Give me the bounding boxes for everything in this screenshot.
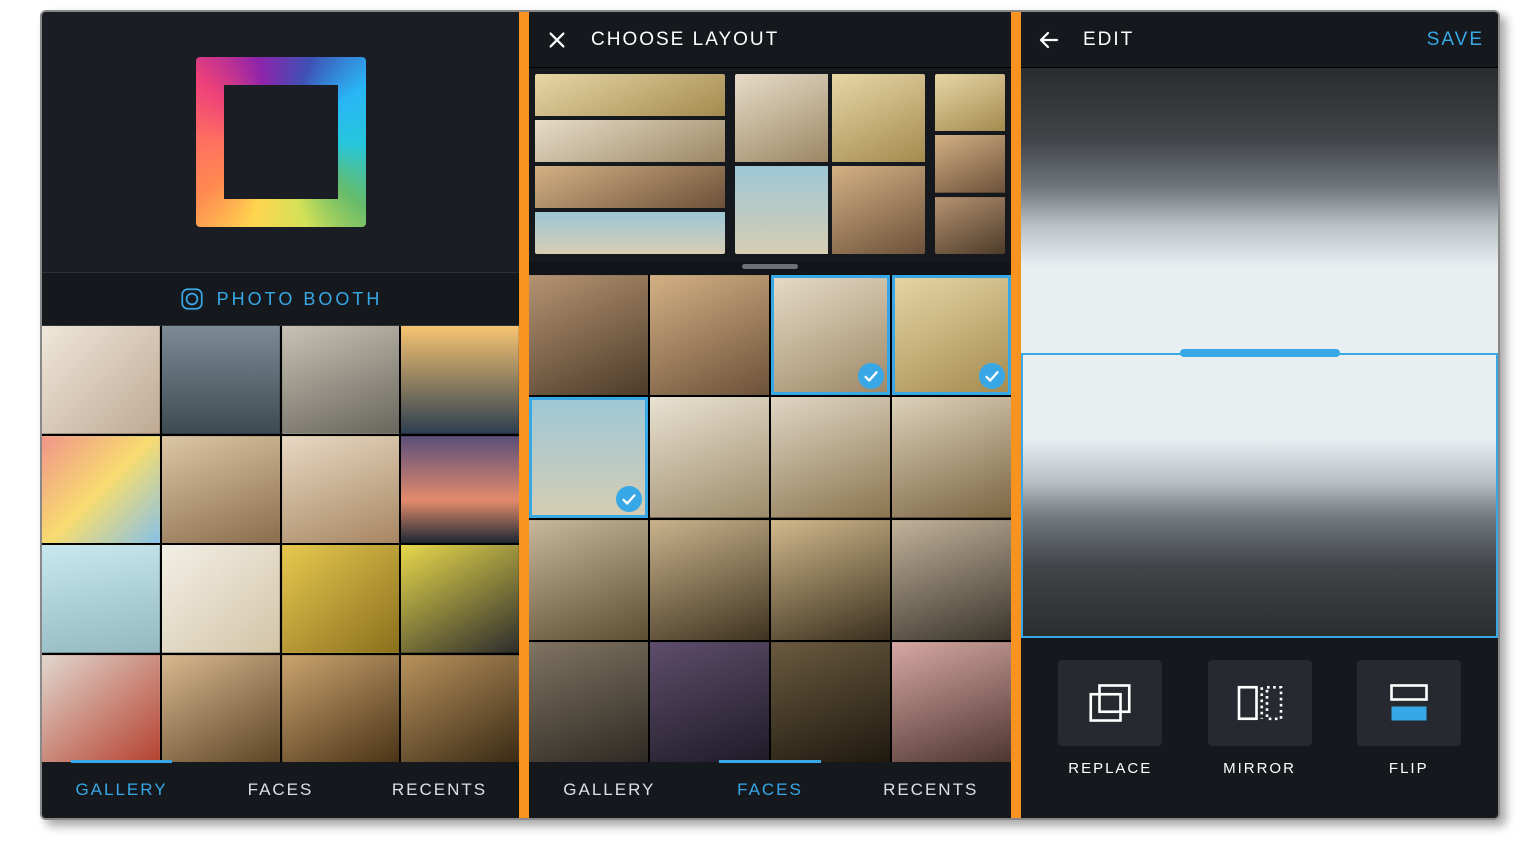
face-thumb[interactable] <box>650 397 769 517</box>
layout-options-strip[interactable] <box>529 68 1011 262</box>
flip-icon <box>1357 660 1461 746</box>
face-thumb[interactable] <box>650 642 769 762</box>
face-thumb[interactable] <box>892 520 1011 640</box>
close-icon[interactable] <box>543 26 571 54</box>
check-icon <box>616 486 642 512</box>
photo-booth-label: PHOTO BOOTH <box>217 289 383 310</box>
panel-divider <box>519 12 529 818</box>
face-thumb[interactable] <box>892 642 1011 762</box>
replace-icon <box>1058 660 1162 746</box>
gallery-thumb[interactable] <box>401 326 519 434</box>
face-thumb[interactable] <box>771 642 890 762</box>
gallery-grid <box>42 326 519 762</box>
faces-grid <box>529 275 1011 762</box>
screen-gallery: PHOTO BOOTH GALLERY FACES RECENTS <box>42 12 519 818</box>
drag-handle-icon[interactable] <box>742 264 798 269</box>
layout-option[interactable] <box>935 74 1005 254</box>
layout-option[interactable] <box>535 74 725 254</box>
gallery-thumb[interactable] <box>42 655 160 763</box>
gallery-thumb[interactable] <box>162 655 280 763</box>
face-thumb[interactable] <box>650 275 769 395</box>
screen-title: EDIT <box>1083 29 1134 51</box>
panel-divider <box>1011 12 1021 818</box>
back-icon[interactable] <box>1035 26 1063 54</box>
face-thumb[interactable] <box>771 275 890 395</box>
top-bar: CHOOSE LAYOUT <box>529 12 1011 68</box>
face-thumb[interactable] <box>892 275 1011 395</box>
screen-title: CHOOSE LAYOUT <box>591 29 779 51</box>
gallery-thumb[interactable] <box>401 436 519 544</box>
replace-button[interactable]: REPLACE <box>1050 660 1170 777</box>
face-thumb[interactable] <box>650 520 769 640</box>
tab-gallery[interactable]: GALLERY <box>529 762 690 818</box>
screen-edit: EDIT SAVE REPLACE <box>1021 12 1498 818</box>
tool-label: FLIP <box>1389 760 1429 777</box>
gallery-thumb[interactable] <box>162 545 280 653</box>
photo-booth-button[interactable]: PHOTO BOOTH <box>42 272 519 326</box>
flip-button[interactable]: FLIP <box>1349 660 1469 777</box>
gallery-thumb[interactable] <box>42 545 160 653</box>
gallery-thumb[interactable] <box>162 436 280 544</box>
screen-choose-layout: CHOOSE LAYOUT <box>529 12 1011 818</box>
gallery-thumb[interactable] <box>282 545 400 653</box>
mirror-button[interactable]: MIRROR <box>1200 660 1320 777</box>
tool-label: REPLACE <box>1068 760 1152 777</box>
tab-gallery[interactable]: GALLERY <box>42 762 201 818</box>
top-bar: EDIT SAVE <box>1021 12 1498 68</box>
gallery-thumb[interactable] <box>282 326 400 434</box>
camera-icon <box>179 286 205 312</box>
gallery-thumb[interactable] <box>42 436 160 544</box>
tab-faces[interactable]: FACES <box>201 762 360 818</box>
tab-recents[interactable]: RECENTS <box>360 762 519 818</box>
check-icon <box>979 363 1005 389</box>
collage-cell-top[interactable] <box>1021 68 1498 353</box>
layout-app-logo <box>196 57 366 227</box>
tab-recents[interactable]: RECENTS <box>850 762 1011 818</box>
app-logo-hero <box>42 12 519 272</box>
tool-label: MIRROR <box>1223 760 1296 777</box>
save-button[interactable]: SAVE <box>1427 29 1484 51</box>
face-thumb[interactable] <box>529 275 648 395</box>
edit-canvas <box>1021 68 1498 638</box>
bottom-tab-bar: GALLERY FACES RECENTS <box>42 762 519 818</box>
tab-faces[interactable]: FACES <box>690 762 851 818</box>
gallery-thumb[interactable] <box>282 655 400 763</box>
check-icon <box>858 363 884 389</box>
gallery-thumb[interactable] <box>42 326 160 434</box>
gallery-thumb[interactable] <box>401 655 519 763</box>
collage-preview[interactable] <box>1021 68 1498 638</box>
face-thumb[interactable] <box>529 520 648 640</box>
face-thumb[interactable] <box>771 397 890 517</box>
face-thumb[interactable] <box>771 520 890 640</box>
face-thumb[interactable] <box>892 397 1011 517</box>
layout-option[interactable] <box>735 74 925 254</box>
bottom-tab-bar: GALLERY FACES RECENTS <box>529 762 1011 818</box>
gallery-thumb[interactable] <box>162 326 280 434</box>
collage-cell-bottom[interactable] <box>1021 353 1498 638</box>
gallery-thumb[interactable] <box>282 436 400 544</box>
gallery-thumb[interactable] <box>401 545 519 653</box>
edit-tool-bar: REPLACE MIRROR <box>1021 638 1498 818</box>
mirror-icon <box>1208 660 1312 746</box>
face-thumb[interactable] <box>529 397 648 517</box>
face-thumb[interactable] <box>529 642 648 762</box>
